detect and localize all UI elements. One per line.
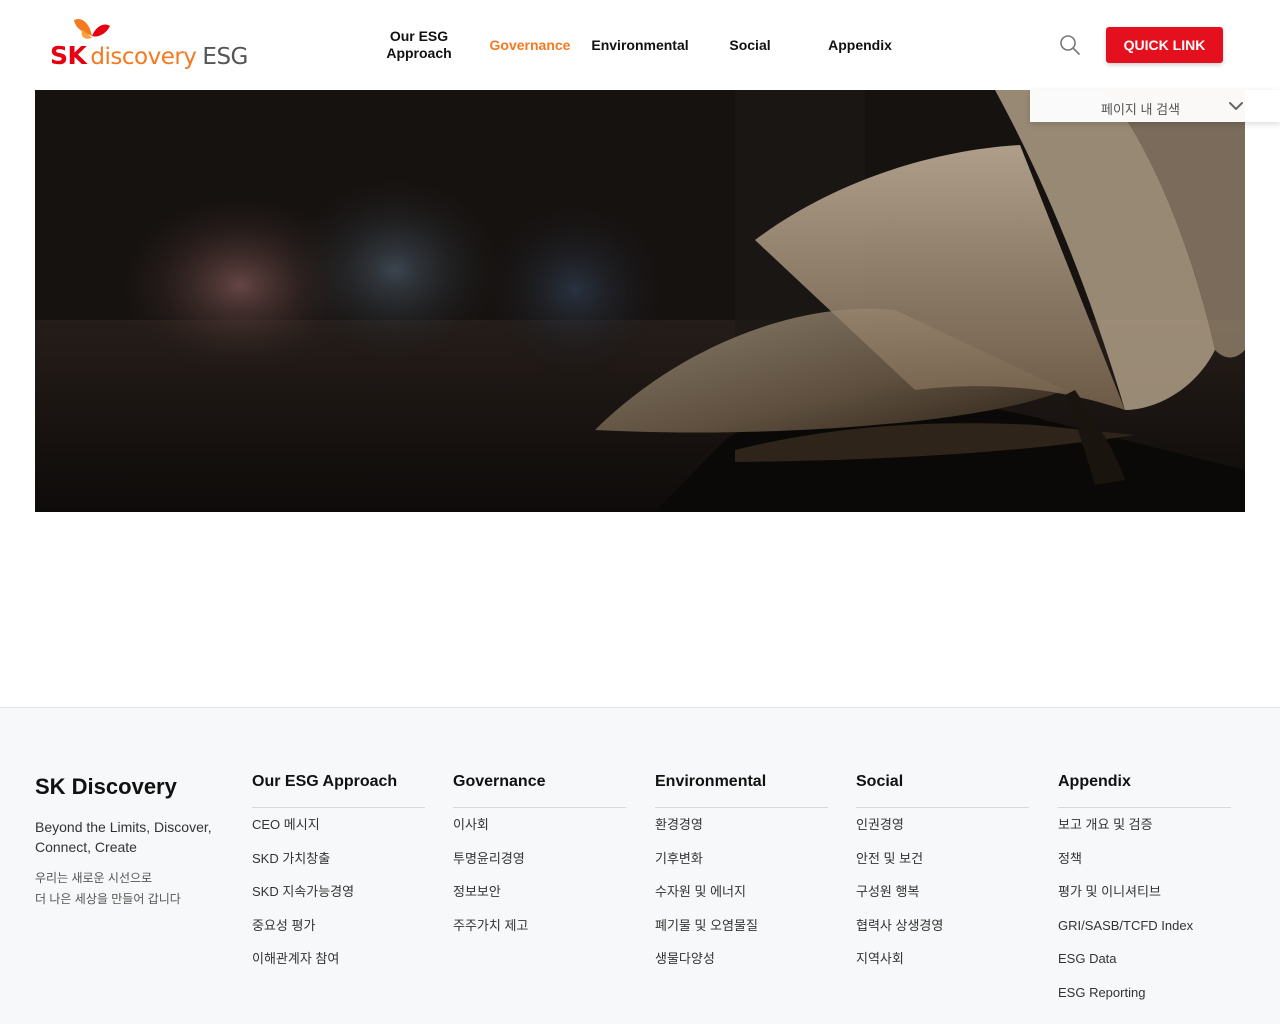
chevron-down-icon: [1229, 102, 1243, 110]
nav-social[interactable]: Social: [700, 0, 800, 90]
footer-link[interactable]: 정보보안: [453, 883, 626, 917]
footer-link[interactable]: 수자원 및 에너지: [655, 883, 828, 917]
footer-col-title: Governance: [453, 772, 626, 808]
footer-link[interactable]: GRI/SASB/TCFD Index: [1058, 917, 1231, 951]
footer-col-appendix: Appendix 보고 개요 및 검증 정책 평가 및 이니셔티브 GRI/SA…: [1058, 772, 1231, 1017]
footer-link[interactable]: 환경경영: [655, 816, 828, 850]
footer-link[interactable]: 구성원 행복: [856, 883, 1029, 917]
logo-esg: ESG: [202, 44, 248, 70]
footer-col-social: Social 인권경영 안전 및 보건 구성원 행복 협력사 상생경영 지역사회: [856, 772, 1029, 984]
hero-image: [35, 90, 1245, 512]
footer-link[interactable]: 협력사 상생경영: [856, 917, 1029, 951]
footer-link[interactable]: 정책: [1058, 850, 1231, 884]
footer-korean-slogan: 우리는 새로운 시선으로 더 나은 세상을 만들어 갑니다: [35, 868, 225, 910]
footer-col-governance: Governance 이사회 투명윤리경영 정보보안 주주가치 제고: [453, 772, 626, 950]
site-footer: SK Discovery Beyond the Limits, Discover…: [0, 707, 1280, 1024]
footer-link[interactable]: CEO 메시지: [252, 816, 425, 850]
footer-korean-line-2: 더 나은 세상을 만들어 갑니다: [35, 892, 181, 906]
page-search-dropdown[interactable]: 페이지 내 검색: [1030, 90, 1280, 122]
footer-link[interactable]: 폐기물 및 오염물질: [655, 917, 828, 951]
footer-col-title: Social: [856, 772, 1029, 808]
footer-link[interactable]: 중요성 평가: [252, 917, 425, 951]
quick-link-button[interactable]: QUICK LINK: [1106, 27, 1223, 63]
page-search-label: 페이지 내 검색: [1101, 102, 1180, 117]
footer-link[interactable]: SKD 가치창출: [252, 850, 425, 884]
footer-link[interactable]: 투명윤리경영: [453, 850, 626, 884]
footer-col-environmental: Environmental 환경경영 기후변화 수자원 및 에너지 폐기물 및 …: [655, 772, 828, 984]
logo-sk: SK: [50, 41, 87, 70]
footer-link[interactable]: 보고 개요 및 검증: [1058, 816, 1231, 850]
logo-discovery: discovery: [90, 44, 197, 70]
footer-korean-line-1: 우리는 새로운 시선으로: [35, 871, 153, 885]
site-header: SK discovery ESG Our ESG Approach Governan…: [0, 0, 1280, 90]
footer-brand: SK Discovery: [35, 774, 177, 799]
footer-link[interactable]: 인권경영: [856, 816, 1029, 850]
open-book-photo: [35, 90, 1245, 512]
footer-link[interactable]: ESG Reporting: [1058, 984, 1231, 1018]
footer-link[interactable]: 생물다양성: [655, 950, 828, 984]
footer-col-title: Our ESG Approach: [252, 772, 425, 808]
footer-col-our-esg-approach: Our ESG Approach CEO 메시지 SKD 가치창출 SKD 지속…: [252, 772, 425, 984]
footer-link[interactable]: 기후변화: [655, 850, 828, 884]
footer-link[interactable]: ESG Data: [1058, 950, 1231, 984]
nav-governance[interactable]: Governance: [480, 0, 580, 90]
search-icon[interactable]: [1058, 33, 1082, 57]
footer-link[interactable]: 이해관계자 참여: [252, 950, 425, 984]
footer-link[interactable]: 지역사회: [856, 950, 1029, 984]
footer-link[interactable]: 이사회: [453, 816, 626, 850]
nav-our-esg-approach[interactable]: Our ESG Approach: [369, 0, 469, 90]
nav-appendix[interactable]: Appendix: [810, 0, 910, 90]
footer-link[interactable]: SKD 지속가능경영: [252, 883, 425, 917]
nav-environmental[interactable]: Environmental: [585, 0, 695, 90]
footer-col-title: Appendix: [1058, 772, 1231, 808]
sk-discovery-esg-logo[interactable]: SK discovery ESG: [48, 16, 248, 76]
footer-tagline: Beyond the Limits, Discover, Connect, Cr…: [35, 819, 212, 855]
footer-link[interactable]: 평가 및 이니셔티브: [1058, 883, 1231, 917]
footer-link[interactable]: 주주가치 제고: [453, 917, 626, 951]
footer-link[interactable]: 안전 및 보건: [856, 850, 1029, 884]
footer-col-title: Environmental: [655, 772, 828, 808]
